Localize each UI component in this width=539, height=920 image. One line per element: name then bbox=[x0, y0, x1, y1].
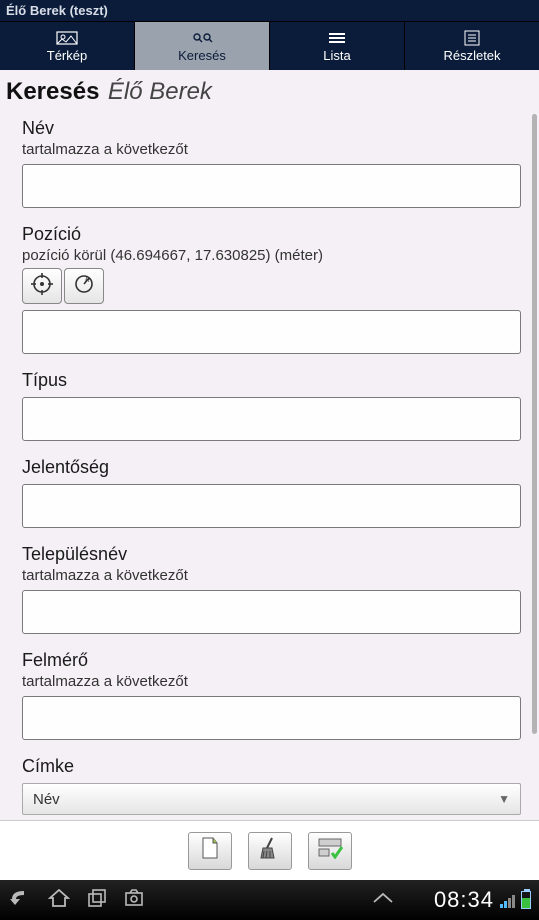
settlement-input[interactable] bbox=[22, 590, 521, 634]
type-label: Típus bbox=[22, 370, 521, 391]
tag-selected-value: Név bbox=[33, 791, 60, 808]
scrollbar[interactable] bbox=[532, 114, 537, 734]
recent-icon[interactable] bbox=[88, 889, 106, 912]
page-title: Keresés bbox=[6, 78, 99, 105]
svg-text:R: R bbox=[85, 277, 90, 284]
app-title: Élő Berek (teszt) bbox=[6, 3, 108, 18]
tag-label: Címke bbox=[22, 756, 521, 777]
list-icon bbox=[326, 30, 348, 46]
signal-icon bbox=[500, 892, 515, 908]
radius-icon: R bbox=[73, 273, 95, 300]
home-icon[interactable] bbox=[48, 889, 70, 912]
back-icon[interactable] bbox=[10, 889, 30, 912]
importance-input[interactable] bbox=[22, 484, 521, 528]
surveyor-label: Felmérő bbox=[22, 650, 521, 671]
search-form: Név tartalmazza a következőt Pozíció poz… bbox=[0, 106, 529, 820]
name-label: Név bbox=[22, 118, 521, 139]
importance-label: Jelentőség bbox=[22, 457, 521, 478]
new-button[interactable] bbox=[188, 832, 232, 870]
tab-details-label: Részletek bbox=[443, 48, 500, 63]
map-icon bbox=[56, 30, 78, 46]
search-tab-icon bbox=[191, 30, 213, 46]
surveyor-input[interactable] bbox=[22, 696, 521, 740]
app-title-bar: Élő Berek (teszt) bbox=[0, 0, 539, 22]
radius-button[interactable]: R bbox=[64, 268, 104, 304]
tab-list[interactable]: Lista bbox=[270, 22, 405, 70]
screenshot-icon[interactable] bbox=[124, 889, 144, 912]
tab-map-label: Térkép bbox=[47, 48, 87, 63]
expand-up-icon[interactable] bbox=[372, 891, 394, 909]
action-bar bbox=[0, 820, 539, 880]
form-check-icon bbox=[317, 837, 343, 864]
tag-select[interactable]: Név ▼ bbox=[22, 783, 521, 815]
chevron-down-icon: ▼ bbox=[498, 792, 510, 806]
battery-icon bbox=[521, 891, 531, 909]
surveyor-sublabel: tartalmazza a következőt bbox=[22, 673, 521, 690]
page-subtitle: Élő Berek bbox=[108, 78, 212, 105]
status-clock: 08:34 bbox=[434, 887, 494, 913]
submit-button[interactable] bbox=[308, 832, 352, 870]
tab-search[interactable]: Keresés bbox=[135, 22, 270, 70]
details-icon bbox=[461, 30, 483, 46]
name-sublabel: tartalmazza a következőt bbox=[22, 141, 521, 158]
crosshair-icon bbox=[31, 273, 53, 300]
system-nav-bar: 08:34 bbox=[0, 880, 539, 920]
tab-map[interactable]: Térkép bbox=[0, 22, 135, 70]
document-icon bbox=[199, 836, 221, 865]
clear-button[interactable] bbox=[248, 832, 292, 870]
tab-list-label: Lista bbox=[323, 48, 350, 63]
position-input[interactable] bbox=[22, 310, 521, 354]
page-header: Keresés Élő Berek bbox=[0, 70, 539, 106]
type-input[interactable] bbox=[22, 397, 521, 441]
tab-search-label: Keresés bbox=[178, 48, 226, 63]
tab-details[interactable]: Részletek bbox=[405, 22, 539, 70]
position-sublabel: pozíció körül (46.694667, 17.630825) (mé… bbox=[22, 247, 521, 264]
position-label: Pozíció bbox=[22, 224, 521, 245]
crosshair-button[interactable] bbox=[22, 268, 62, 304]
settlement-label: Településnév bbox=[22, 544, 521, 565]
name-input[interactable] bbox=[22, 164, 521, 208]
broom-icon bbox=[258, 836, 282, 865]
settlement-sublabel: tartalmazza a következőt bbox=[22, 567, 521, 584]
tab-bar: Térkép Keresés Lista Részletek bbox=[0, 22, 539, 70]
